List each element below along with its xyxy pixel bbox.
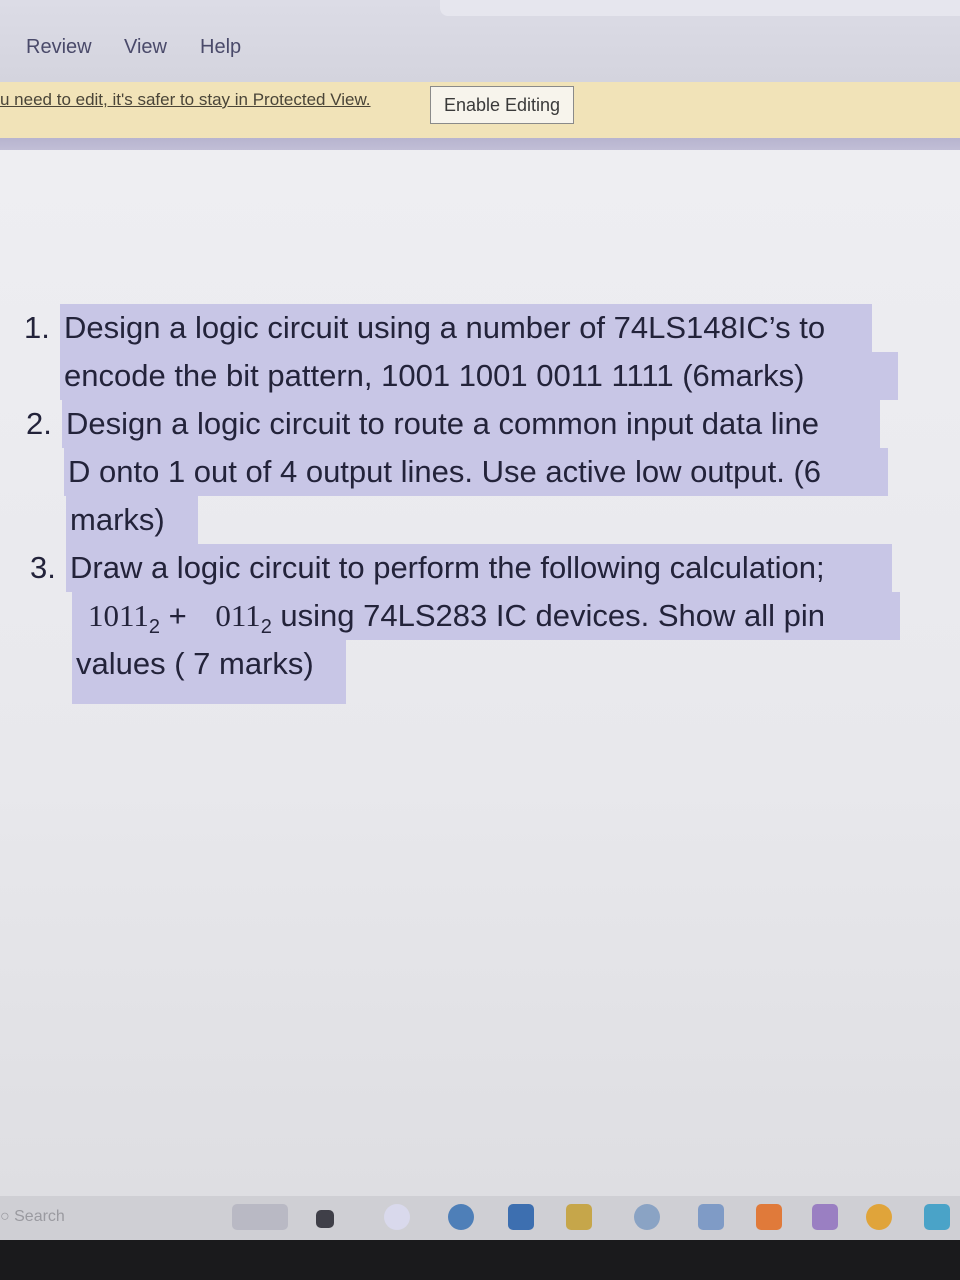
menu-help[interactable]: Help: [200, 36, 241, 59]
q2-line1: Design a logic circuit to route a common…: [62, 400, 880, 448]
q1-line1: Design a logic circuit using a number of…: [60, 304, 872, 352]
menu-review[interactable]: Review: [26, 36, 92, 59]
app-icon-2[interactable]: [698, 1204, 724, 1230]
q3-term1: 1011: [88, 598, 149, 633]
q3-base2: 2: [260, 616, 272, 639]
q2-line3: marks): [66, 496, 198, 544]
q3-line1: Draw a logic circuit to perform the foll…: [66, 544, 892, 592]
taskbar: ○ Search: [0, 1196, 960, 1240]
store-icon[interactable]: [508, 1204, 534, 1230]
search-icon: ○: [0, 1208, 10, 1225]
q3-base1: 2: [148, 616, 160, 639]
q3-line3: values ( 7 marks): [72, 640, 346, 704]
taskbar-search[interactable]: ○ Search: [0, 1208, 65, 1226]
q2-number: 2.: [26, 406, 52, 441]
chrome-icon[interactable]: [866, 1204, 892, 1230]
protected-view-bar: u need to edit, it's safer to stay in Pr…: [0, 82, 960, 139]
q3-plus: +: [159, 598, 196, 633]
office-icon[interactable]: [756, 1204, 782, 1230]
q3-term2: 011: [215, 598, 261, 633]
widget-icon[interactable]: [232, 1204, 288, 1230]
app-icon-3[interactable]: [812, 1204, 838, 1230]
protected-view-message: u need to edit, it's safer to stay in Pr…: [0, 90, 371, 109]
q1-number: 1.: [24, 310, 50, 345]
app-icon-4[interactable]: [924, 1204, 950, 1230]
search-label: Search: [14, 1208, 65, 1225]
q3-line2: 10112 + 0112 using 74LS283 IC devices. S…: [72, 592, 900, 640]
file-explorer-icon[interactable]: [566, 1204, 592, 1230]
screen-bezel: [0, 1240, 960, 1280]
app-icon[interactable]: [634, 1204, 660, 1230]
chat-icon[interactable]: [384, 1204, 410, 1230]
q3-number: 3.: [30, 550, 56, 585]
enable-editing-button[interactable]: Enable Editing: [430, 86, 574, 124]
start-icon[interactable]: [316, 1210, 334, 1228]
menu-view[interactable]: View: [124, 36, 167, 59]
q2-line2: D onto 1 out of 4 output lines. Use acti…: [64, 448, 888, 496]
edge-icon[interactable]: [448, 1204, 474, 1230]
q1-line2: encode the bit pattern, 1001 1001 0011 1…: [60, 352, 898, 400]
ribbon: Review View Help: [0, 0, 960, 82]
q3-line2-rest: using 74LS283 IC devices. Show all pin: [271, 598, 825, 633]
title-bar-tab: [440, 0, 960, 16]
